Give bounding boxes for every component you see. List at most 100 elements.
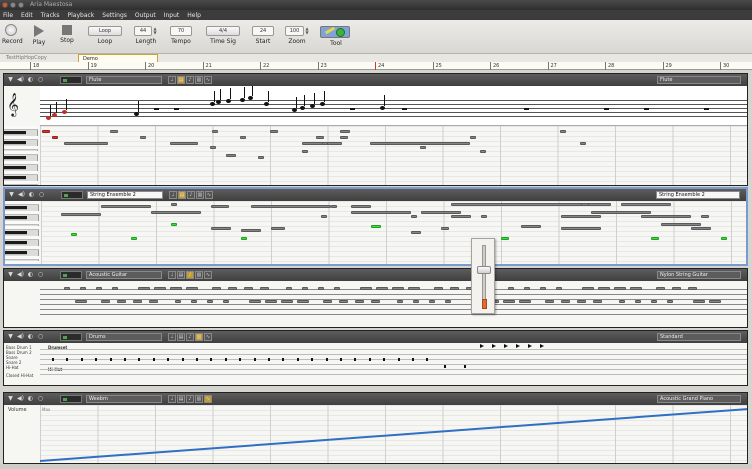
guitar-view-icon[interactable]: ♪ [186,333,194,341]
midi-note[interactable] [297,300,309,303]
midi-note[interactable] [598,287,610,290]
menu-edit[interactable]: Edit [21,12,33,19]
instrument-field[interactable]: Acoustic Grand Piano [657,395,741,403]
midi-note[interactable] [376,287,388,290]
track-name-field[interactable]: Weebm [86,395,162,403]
midi-note[interactable] [693,300,705,303]
midi-note[interactable] [286,287,292,290]
keyboard-view-icon[interactable]: ▤ [177,395,185,403]
zoom-field[interactable]: 100 [285,26,304,36]
midi-note[interactable] [241,237,247,240]
drum-hit[interactable] [464,365,466,368]
volume-meter-icon[interactable] [60,333,82,341]
controller-grid[interactable]: Max [40,405,747,463]
track-flute[interactable]: ▼ ◀) ◐ ○ Flute ♩ ▤ ♪ ▥ ∿ Flute 𝄞 [3,73,748,186]
controller-area[interactable]: Volume Max [4,405,747,463]
midi-note[interactable] [42,130,50,133]
track-name-field[interactable]: Acoustic Guitar [86,271,162,279]
ruler-measure[interactable]: 18 [30,62,39,70]
midi-note[interactable] [96,287,102,290]
score-note[interactable] [46,116,51,120]
record-button[interactable] [5,24,17,36]
length-field[interactable]: 44 [134,26,152,36]
midi-note[interactable] [258,156,264,159]
track-name-field[interactable]: String Ensemble 2 [87,191,163,199]
ruler-measure[interactable]: 23 [317,62,327,70]
midi-note[interactable] [52,136,58,139]
instrument-field[interactable]: Nylon String Guitar [657,271,741,279]
drum-grid[interactable]: Bass Drum 1 Bass Drum 2 Snare Snare 2 Hi… [4,343,747,385]
midi-note[interactable] [360,287,372,290]
piano-key[interactable] [5,246,39,250]
score-note[interactable] [380,106,385,110]
ruler-measure[interactable]: 22 [260,62,269,70]
score-note[interactable] [210,102,215,106]
drum-hit[interactable] [444,365,446,368]
piano-key[interactable] [5,256,39,260]
drum-view-icon[interactable]: ▥ [195,333,203,341]
delete-track-icon[interactable]: ○ [37,333,44,340]
piano-key[interactable] [5,211,39,215]
midi-note[interactable] [371,225,381,228]
midi-note[interactable] [397,300,403,303]
tab-string[interactable] [40,309,747,310]
midi-note[interactable] [561,227,601,230]
piano-keys[interactable] [5,201,39,264]
midi-note[interactable] [420,146,426,149]
drum-hit[interactable] [268,358,270,361]
drum-hit[interactable] [412,358,414,361]
menu-tracks[interactable]: Tracks [41,12,60,19]
midi-note[interactable] [580,142,586,145]
drum-hit[interactable] [253,358,256,361]
play-icon[interactable] [34,25,44,37]
score-note[interactable] [320,102,325,106]
midi-note[interactable] [470,136,476,139]
midi-note[interactable] [211,227,231,230]
piano-key[interactable] [5,241,27,245]
piano-key[interactable] [5,206,27,210]
drum-row[interactable] [40,369,747,370]
midi-note[interactable] [635,300,641,303]
score-view-icon[interactable]: ♩ [168,395,176,403]
drum-hit[interactable] [282,358,285,361]
ruler-measure[interactable]: 29 [662,62,672,70]
midi-note[interactable] [316,136,324,139]
piano-key[interactable] [4,146,38,150]
ruler-measure[interactable]: 26 [490,62,499,70]
midi-note[interactable] [661,223,701,226]
drum-hit[interactable] [397,358,400,361]
midi-note[interactable] [140,136,146,139]
midi-note[interactable] [593,300,602,303]
menu-playback[interactable]: Playback [68,12,95,19]
midi-note[interactable] [641,215,691,218]
midi-note[interactable] [270,130,278,133]
midi-note[interactable] [582,287,594,290]
track-drums[interactable]: ▼ ◀) ◐ ○ Drums ♩ ▤ ♪ ▥ ∿ Standard Bass D… [3,330,748,386]
midi-note[interactable] [138,287,150,290]
midi-note[interactable] [80,287,86,290]
minimize-window-button[interactable] [10,2,16,8]
ruler-measure[interactable]: 25 [432,62,442,70]
instrument-field[interactable]: Standard [657,333,741,341]
delete-track-icon[interactable]: ○ [37,395,44,402]
collapse-arrow-icon[interactable]: ▼ [7,76,14,83]
drum-hit[interactable] [383,358,386,361]
drum-hit[interactable] [528,344,532,348]
score-note[interactable] [216,100,221,104]
drum-row[interactable] [40,364,747,365]
midi-note[interactable] [175,300,181,303]
track-acoustic-guitar[interactable]: ▼ ◀) ◐ ○ Acoustic Guitar ♩ ▤ ♪ ▥ ∿ Nylon… [3,268,748,328]
drum-hit[interactable] [66,358,69,361]
controller-view-icon[interactable]: ∿ [204,76,212,84]
midi-note[interactable] [429,300,435,303]
tool-selector[interactable] [320,26,350,38]
track-name-field[interactable]: Drums [86,333,162,341]
drum-hit[interactable] [492,344,496,348]
midi-note[interactable] [667,300,673,303]
piano-key[interactable] [4,126,38,130]
keyboard-view-icon[interactable]: ▤ [177,333,185,341]
midi-note[interactable] [411,231,421,234]
collapse-arrow-icon[interactable]: ▼ [7,395,14,402]
piano-key[interactable] [4,156,26,160]
midi-note[interactable] [244,287,253,290]
